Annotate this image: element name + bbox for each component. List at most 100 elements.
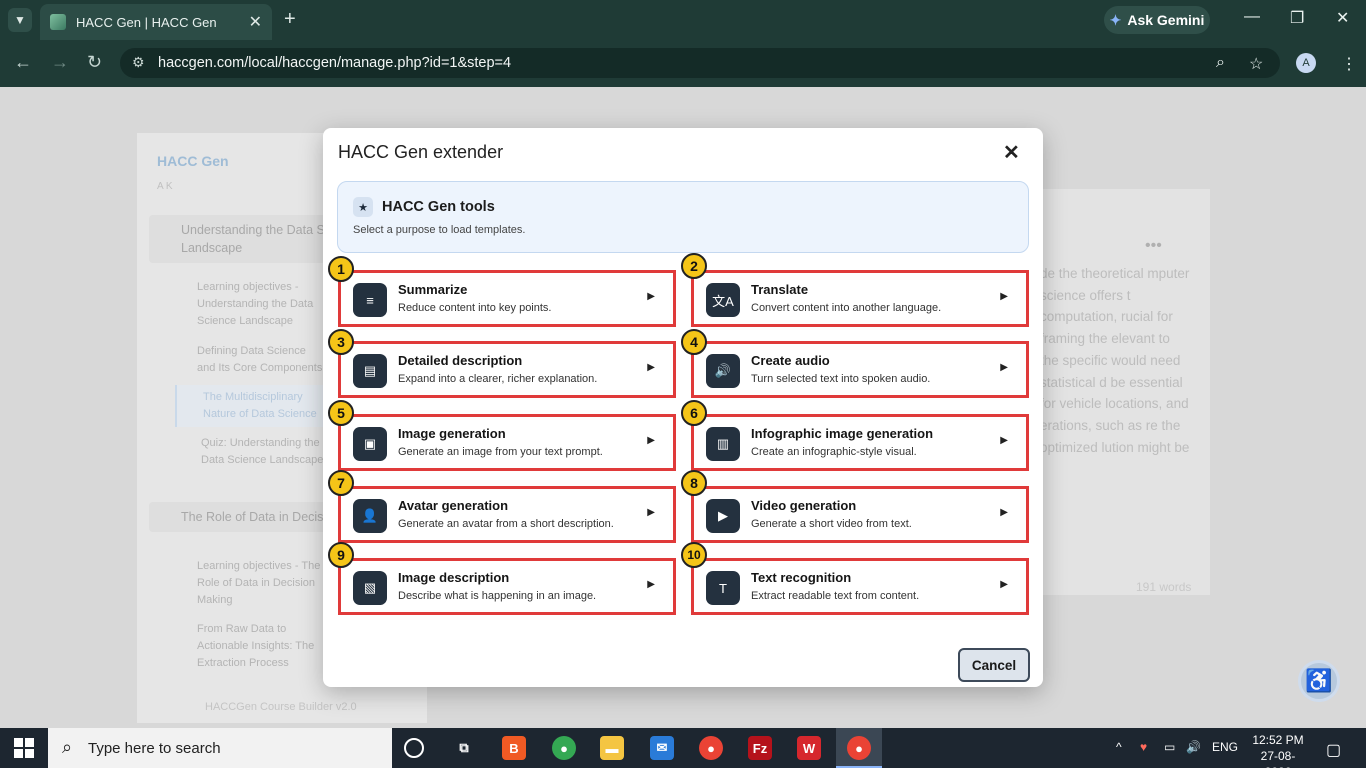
number-badge: 7 <box>328 470 354 496</box>
tool-desc: Generate an image from your text prompt. <box>398 446 603 458</box>
word-count: 191 words <box>1136 580 1192 594</box>
windows-start-icon[interactable] <box>14 738 34 758</box>
tool-card-video-generation[interactable]: ▶ Video generation Generate a short vide… <box>691 486 1029 543</box>
star-icon: ★ <box>353 197 373 217</box>
tab-search-button[interactable]: ▼ <box>8 8 32 32</box>
tool-card-image-description[interactable]: ▧ Image description Describe what is hap… <box>338 558 676 615</box>
new-tab-button[interactable]: + <box>284 8 296 31</box>
chrome-icon[interactable]: ● <box>552 736 576 760</box>
tool-card-image-generation[interactable]: ▣ Image generation Generate an image fro… <box>338 414 676 471</box>
number-badge: 2 <box>681 253 707 279</box>
tool-desc: Reduce content into key points. <box>398 302 552 314</box>
modal-title: HACC Gen extender <box>338 142 504 162</box>
tray-app-icon[interactable]: ♥ <box>1140 740 1147 754</box>
volume-icon[interactable]: 🔊 <box>1186 740 1201 754</box>
tool-card-summarize[interactable]: ≡ Summarize Reduce content into key poin… <box>338 270 676 327</box>
tool-desc: Create an infographic-style visual. <box>751 446 917 458</box>
network-icon[interactable]: ▭ <box>1164 740 1175 754</box>
sidebar-item-quiz[interactable]: Quiz: Understanding the Data Science Lan… <box>201 435 331 469</box>
sidebar-item-active[interactable]: The Multidisciplinary Nature of Data Sci… <box>175 385 335 427</box>
summary-icon: ≡ <box>353 283 387 317</box>
chevron-right-icon: ▶ <box>1000 435 1008 446</box>
tools-subtitle: Select a purpose to load templates. <box>353 224 526 236</box>
chrome-active-icon[interactable]: ● <box>847 736 871 760</box>
forward-icon[interactable]: → <box>51 52 69 73</box>
gemini-icon: ✦ <box>1109 11 1122 28</box>
tool-desc: Turn selected text into spoken audio. <box>751 373 931 385</box>
ocr-icon: T <box>706 571 740 605</box>
address-bar[interactable]: ⚙ haccgen.com/local/haccgen/manage.php?i… <box>120 48 1280 78</box>
bookmark-star-icon[interactable]: ☆ <box>1249 54 1263 74</box>
chevron-right-icon: ▶ <box>647 362 655 373</box>
ask-gemini-button[interactable]: ✦ Ask Gemini <box>1104 6 1210 34</box>
chevron-right-icon: ▶ <box>647 435 655 446</box>
editor-more-icon[interactable]: ••• <box>1145 237 1162 255</box>
clock-date: 27-08-2026 <box>1260 749 1296 779</box>
close-window-icon[interactable]: ✕ <box>1336 8 1349 28</box>
mail-icon[interactable]: ✉ <box>650 736 674 760</box>
tool-title: Text recognition <box>751 570 852 585</box>
tool-card-infographic[interactable]: ▥ Infographic image generation Create an… <box>691 414 1029 471</box>
filezilla-icon[interactable]: Fz <box>748 736 772 760</box>
chevron-right-icon: ▶ <box>1000 579 1008 590</box>
tool-card-create-audio[interactable]: 🔊 Create audio Turn selected text into s… <box>691 341 1029 398</box>
chrome-profile-icon[interactable]: ● <box>699 736 723 760</box>
number-badge: 4 <box>681 329 707 355</box>
browser-menu-icon[interactable]: ⋮ <box>1341 54 1357 74</box>
clock-time: 12:52 PM <box>1252 733 1304 747</box>
task-view-icon[interactable]: ⧉ <box>452 736 476 760</box>
image-icon: ▣ <box>353 427 387 461</box>
notifications-icon[interactable]: ▢ <box>1326 740 1341 760</box>
tool-title: Detailed description <box>398 353 523 368</box>
chevron-right-icon: ▶ <box>647 507 655 518</box>
browser-tab[interactable]: HACC Gen | HACC Gen ✕ <box>40 4 272 40</box>
cancel-button[interactable]: Cancel <box>958 648 1030 682</box>
tool-desc: Extract readable text from content. <box>751 590 920 602</box>
extender-modal: HACC Gen extender ✕ ★ HACC Gen tools Sel… <box>323 128 1043 687</box>
number-badge: 6 <box>681 400 707 426</box>
tool-card-text-recognition[interactable]: T Text recognition Extract readable text… <box>691 558 1029 615</box>
tool-title: Summarize <box>398 282 468 297</box>
sidebar-item[interactable]: Learning objectives - Understanding the … <box>197 279 327 330</box>
tool-card-detailed-description[interactable]: ▤ Detailed description Expand into a cle… <box>338 341 676 398</box>
sidebar-item[interactable]: Learning objectives - The Role of Data i… <box>197 558 327 609</box>
number-badge: 1 <box>328 256 354 282</box>
tab-title: HACC Gen | HACC Gen <box>76 14 217 30</box>
zoom-icon[interactable]: ⌕ <box>1216 54 1225 72</box>
number-badge: 3 <box>328 329 354 355</box>
tool-title: Video generation <box>751 498 857 513</box>
tool-card-translate[interactable]: 文A Translate Convert content into anothe… <box>691 270 1029 327</box>
site-info-icon[interactable]: ⚙ <box>132 54 145 71</box>
accessibility-icon[interactable]: ♿ <box>1298 660 1340 702</box>
sidebar-item[interactable]: Defining Data Science and Its Core Compo… <box>197 343 327 377</box>
tool-card-avatar-generation[interactable]: 👤 Avatar generation Generate an avatar f… <box>338 486 676 543</box>
sidebar-brand: HACC Gen <box>157 153 229 169</box>
translate-icon: 文A <box>706 283 740 317</box>
number-badge: 5 <box>328 400 354 426</box>
taskbar-search[interactable]: ⌕ Type here to search <box>48 728 392 768</box>
sidebar-user: A K <box>157 181 173 192</box>
clock[interactable]: 12:52 PM 27-08-2026 <box>1248 732 1308 780</box>
profile-avatar[interactable]: A <box>1296 53 1316 73</box>
wps-office-icon[interactable]: W <box>797 736 821 760</box>
tool-title: Create audio <box>751 353 830 368</box>
cortana-icon[interactable] <box>404 738 424 758</box>
ask-gemini-label: Ask Gemini <box>1127 12 1205 28</box>
tool-desc: Convert content into another language. <box>751 302 942 314</box>
brave-icon[interactable]: B <box>502 736 526 760</box>
restore-icon[interactable]: ❐ <box>1290 8 1304 28</box>
tools-title: HACC Gen tools <box>382 199 495 215</box>
number-badge: 10 <box>681 542 707 568</box>
back-icon[interactable]: ← <box>14 52 32 73</box>
sidebar-item[interactable]: From Raw Data to Actionable Insights: Th… <box>197 621 327 672</box>
favicon-icon <box>50 14 66 30</box>
reload-icon[interactable]: ↻ <box>87 52 102 73</box>
user-icon: 👤 <box>353 499 387 533</box>
close-icon[interactable]: ✕ <box>1003 140 1020 165</box>
minimize-icon[interactable]: — <box>1244 8 1260 26</box>
file-explorer-icon[interactable]: ▬ <box>600 736 624 760</box>
close-tab-icon[interactable]: ✕ <box>249 12 262 32</box>
tray-chevron-icon[interactable]: ^ <box>1116 740 1122 754</box>
language-indicator[interactable]: ENG <box>1212 740 1238 754</box>
chevron-right-icon: ▶ <box>1000 362 1008 373</box>
